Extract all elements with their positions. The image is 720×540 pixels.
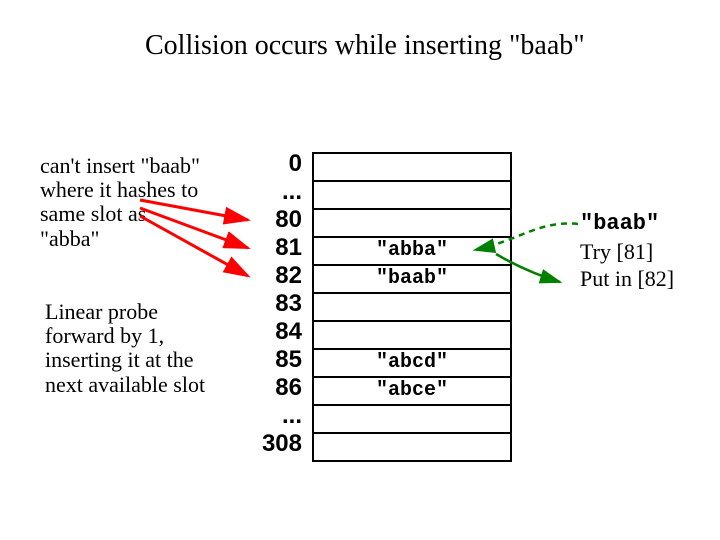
index-80: 80 <box>252 206 302 234</box>
index-81: 81 <box>252 234 302 262</box>
index-83: 83 <box>252 290 302 318</box>
index-82: 82 <box>252 262 302 290</box>
slot-gap-top <box>314 182 510 210</box>
slot-80 <box>314 210 510 238</box>
index-column: 0 ... 80 81 82 83 84 85 86 ... 308 <box>252 150 302 458</box>
index-0: 0 <box>252 150 302 178</box>
candidate-label: "baab" <box>580 210 674 238</box>
hash-table: "abba" "baab" "abcd" "abce" <box>312 152 512 462</box>
slide-title: Collision occurs while inserting "baab" <box>145 30 585 62</box>
slot-85: "abcd" <box>314 350 510 378</box>
slot-81: "abba" <box>314 238 510 266</box>
index-86: 86 <box>252 374 302 402</box>
slot-0 <box>314 154 510 182</box>
slot-83 <box>314 294 510 322</box>
try-label: Try [81] <box>580 238 674 266</box>
slot-84 <box>314 322 510 350</box>
put-label: Put in [82] <box>580 265 674 293</box>
slot-86: "abce" <box>314 378 510 406</box>
index-dots-top: ... <box>252 178 302 206</box>
index-84: 84 <box>252 318 302 346</box>
index-dots-bot: ... <box>252 402 302 430</box>
note-linear-probe: Linear probe forward by 1, inserting it … <box>45 300 215 397</box>
index-85: 85 <box>252 346 302 374</box>
slot-82: "baab" <box>314 266 510 294</box>
slot-308 <box>314 434 510 462</box>
note-cant-insert: can't insert "baab" where it hashes to s… <box>40 154 210 251</box>
right-notes: "baab" Try [81] Put in [82] <box>580 210 674 293</box>
slot-gap-bot <box>314 406 510 434</box>
index-308: 308 <box>252 430 302 458</box>
